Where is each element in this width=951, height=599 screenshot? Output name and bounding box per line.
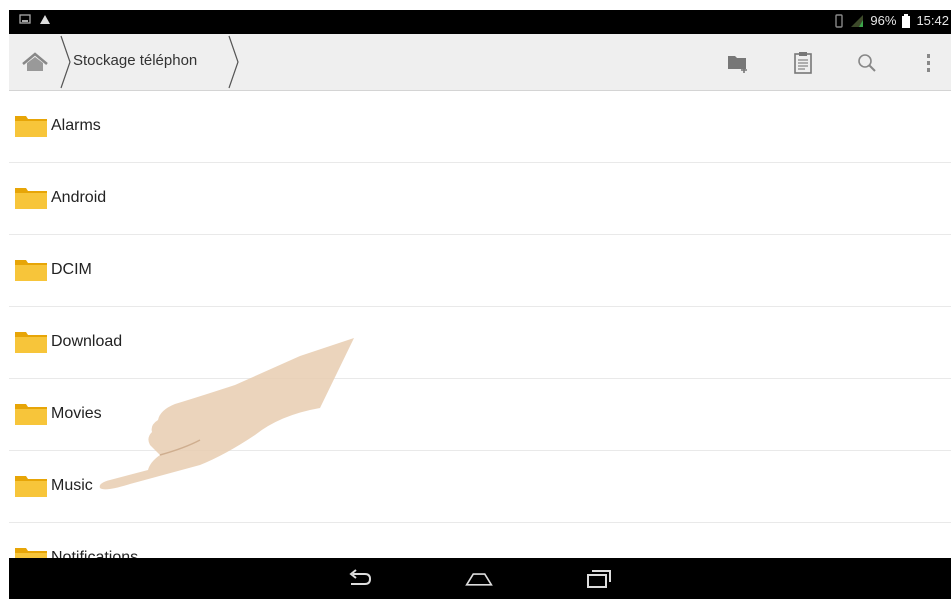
folder-name: Movies	[51, 405, 102, 422]
folder-icon	[15, 116, 47, 137]
toolbar: Stockage téléphon	[9, 34, 951, 91]
home-icon[interactable]	[21, 51, 49, 75]
home-nav-icon[interactable]	[465, 568, 493, 590]
battery-icon	[902, 13, 911, 28]
list-item[interactable]: Android	[9, 162, 951, 235]
list-item[interactable]: DCIM	[9, 234, 951, 307]
overflow-menu-icon[interactable]	[917, 51, 941, 75]
battery-percent: 96%	[870, 13, 897, 28]
folder-name: DCIM	[51, 261, 92, 278]
list-item[interactable]: Download	[9, 306, 951, 379]
folder-name: Android	[51, 189, 107, 206]
new-folder-icon[interactable]	[727, 51, 751, 75]
folder-name: Alarms	[51, 117, 101, 134]
clipboard-icon[interactable]	[791, 51, 815, 75]
signal-icon	[851, 14, 864, 27]
vibrate-icon	[835, 13, 844, 28]
search-icon[interactable]	[855, 51, 879, 75]
breadcrumb-separator	[228, 35, 239, 89]
folder-icon	[15, 260, 47, 281]
status-bar: 96% 15:42	[9, 10, 951, 34]
folder-name: Music	[51, 477, 93, 494]
folder-name: Notifications	[51, 549, 139, 558]
breadcrumb-separator	[60, 35, 71, 89]
folder-icon	[15, 188, 47, 209]
file-list: Alarms Android DCIM Download Movies Musi…	[9, 90, 951, 558]
back-icon[interactable]	[345, 568, 373, 590]
folder-name: Download	[51, 333, 123, 350]
folder-icon	[15, 548, 47, 558]
list-item[interactable]: Notifications	[9, 522, 951, 558]
breadcrumb[interactable]: Stockage téléphon	[73, 52, 223, 69]
list-item[interactable]: Movies	[9, 378, 951, 451]
folder-icon	[15, 476, 47, 497]
folder-icon	[15, 404, 47, 425]
clock: 15:42	[916, 13, 949, 28]
screenshot-icon	[19, 14, 31, 24]
list-item[interactable]: Music	[9, 450, 951, 523]
recents-icon[interactable]	[585, 568, 613, 590]
list-item[interactable]: Alarms	[9, 90, 951, 163]
warning-icon	[40, 15, 50, 24]
folder-icon	[15, 332, 47, 353]
navigation-bar	[9, 558, 951, 599]
